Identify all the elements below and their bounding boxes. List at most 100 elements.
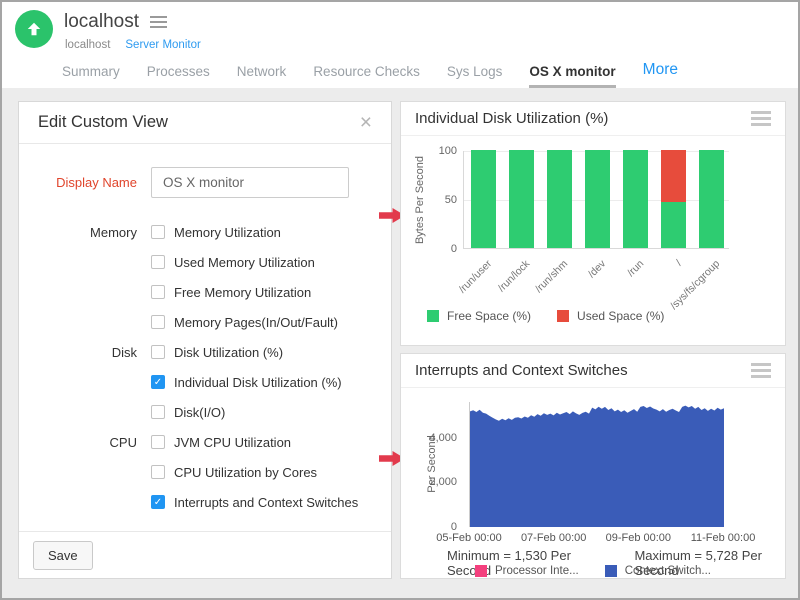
checkbox-label: Interrupts and Context Switches — [174, 495, 358, 510]
bar-free-dev[interactable] — [585, 150, 610, 248]
x-tick-label: 07-Feb 00:00 — [512, 532, 596, 544]
close-icon[interactable]: × — [360, 112, 372, 133]
monitor-status-icon — [15, 10, 53, 48]
disk-chart-plot — [463, 151, 729, 249]
card-header: Interrupts and Context Switches — [401, 354, 785, 388]
checkbox-label: Disk Utilization (%) — [174, 345, 283, 360]
checkbox-row: Disk(I/O) — [19, 397, 391, 427]
y-tick-label: 0 — [411, 243, 457, 255]
card-menu-icon[interactable] — [751, 363, 771, 378]
interrupts-card: Interrupts and Context Switches Per Seco… — [400, 353, 786, 579]
legend-label: Processor Inte... — [495, 565, 579, 577]
breadcrumb-host: localhost — [65, 39, 110, 51]
legend-item-free-space[interactable]: Free Space (%) — [427, 309, 531, 323]
checkbox-memory-pages-in-out-fault[interactable] — [151, 315, 165, 329]
tab-os-x-monitor[interactable]: OS X monitor — [529, 64, 615, 88]
bar-free-run-lock[interactable] — [509, 150, 534, 248]
legend-swatch — [557, 310, 569, 322]
area-chart-svg — [470, 402, 724, 527]
edit-custom-view-dialog: Edit Custom View × Display Name MemoryMe… — [18, 101, 392, 579]
display-name-input[interactable] — [151, 167, 349, 198]
save-button[interactable]: Save — [33, 541, 93, 570]
bar-free-[interactable] — [661, 202, 686, 248]
checkbox-memory-utilization[interactable] — [151, 225, 165, 239]
checkbox-used-memory-utilization[interactable] — [151, 255, 165, 269]
legend-swatch — [475, 565, 487, 577]
tab-summary[interactable]: Summary — [62, 64, 120, 88]
bar-free-sys-fs-cgroup[interactable] — [699, 150, 724, 248]
checkbox-groups: Memory Memory Utilization Used Memory Util… — [19, 217, 391, 517]
tab-processes[interactable]: Processes — [147, 64, 210, 88]
breadcrumb: localhost Server Monitor — [65, 39, 201, 51]
card-title: Individual Disk Utilization (%) — [415, 110, 608, 127]
checkbox-jvm-cpu-utilization[interactable] — [151, 435, 165, 449]
checkbox-label: Individual Disk Utilization (%) — [174, 375, 342, 390]
legend-item-used-space[interactable]: Used Space (%) — [557, 309, 664, 323]
display-name-label: Display Name — [19, 175, 137, 190]
page-title: localhost — [64, 11, 139, 33]
disk-chart-legend: Free Space (%) Used Space (%) — [427, 309, 664, 323]
card-title: Interrupts and Context Switches — [415, 362, 628, 379]
legend-swatch — [427, 310, 439, 322]
legend-item-processor-inte[interactable]: Processor Inte... — [475, 565, 579, 577]
context-switches-area — [470, 406, 724, 527]
main-content: Edit Custom View × Display Name MemoryMe… — [2, 88, 798, 598]
tab-bar: Summary Processes Network Resource Checks Sy… — [62, 61, 678, 88]
hamburger-menu-icon[interactable] — [150, 16, 167, 28]
checkbox-cpu-utilization-by-cores[interactable] — [151, 465, 165, 479]
legend-swatch — [605, 565, 617, 577]
checkbox-row: Free Memory Utilization — [19, 277, 391, 307]
checkbox-label: Memory Pages(In/Out/Fault) — [174, 315, 338, 330]
checkbox-free-memory-utilization[interactable] — [151, 285, 165, 299]
checkbox-label: JVM CPU Utilization — [174, 435, 291, 450]
checkbox-row: CPU JVM CPU Utilization — [19, 427, 391, 457]
legend-item-context-switch[interactable]: Context Switch... — [605, 565, 711, 577]
area-chart-plot — [469, 402, 723, 527]
disk-utilization-card: Individual Disk Utilization (%) Bytes Pe… — [400, 101, 786, 346]
checkbox-label: CPU Utilization by Cores — [174, 465, 317, 480]
y-tick-label: 2,000 — [411, 476, 457, 488]
checkbox-row: Used Memory Utilization — [19, 247, 391, 277]
legend-label: Used Space (%) — [577, 309, 664, 323]
tab-resource-checks[interactable]: Resource Checks — [313, 64, 420, 88]
checkbox-disk-utilization[interactable] — [151, 345, 165, 359]
x-tick-label: 11-Feb 00:00 — [681, 532, 765, 544]
card-menu-icon[interactable] — [751, 111, 771, 126]
tab-sys-logs[interactable]: Sys Logs — [447, 64, 503, 88]
checkbox-row: Memory Pages(In/Out/Fault) — [19, 307, 391, 337]
tab-more[interactable]: More — [643, 61, 678, 88]
legend-label: Free Space (%) — [447, 309, 531, 323]
dialog-title: Edit Custom View — [38, 113, 168, 132]
checkbox-label: Memory Utilization — [174, 225, 281, 240]
checkbox-individual-disk-utilization[interactable]: ✓ — [151, 375, 165, 389]
y-axis-label: Per Second — [426, 409, 438, 519]
bar-free-run[interactable] — [623, 150, 648, 248]
breadcrumb-monitor-type-link[interactable]: Server Monitor — [125, 39, 200, 51]
checkbox-interrupts-and-context-switches[interactable]: ✓ — [151, 495, 165, 509]
header: localhost localhost Server Monitor Summa… — [2, 2, 798, 88]
checkbox-row: Memory Memory Utilization — [19, 217, 391, 247]
checkbox-label: Free Memory Utilization — [174, 285, 311, 300]
dialog-header: Edit Custom View × — [19, 102, 391, 144]
tab-network[interactable]: Network — [237, 64, 287, 88]
checkbox-row: ✓ Individual Disk Utilization (%) — [19, 367, 391, 397]
group-label-cpu: CPU — [19, 435, 137, 450]
checkbox-row: ✓ Interrupts and Context Switches — [19, 487, 391, 517]
bar-free-run-shm[interactable] — [547, 150, 572, 248]
app-window: localhost localhost Server Monitor Summa… — [0, 0, 800, 600]
group-label-memory: Memory — [19, 225, 137, 240]
checkbox-row: Disk Disk Utilization (%) — [19, 337, 391, 367]
group-label-disk: Disk — [19, 345, 137, 360]
y-tick-label: 4,000 — [411, 432, 457, 444]
checkbox-disk-i-o[interactable] — [151, 405, 165, 419]
checkbox-row: CPU Utilization by Cores — [19, 457, 391, 487]
display-name-row: Display Name — [19, 167, 391, 198]
checkbox-label: Used Memory Utilization — [174, 255, 315, 270]
bar-used-[interactable] — [661, 150, 686, 202]
dialog-footer: Save — [19, 531, 391, 578]
checkbox-label: Disk(I/O) — [174, 405, 225, 420]
interrupts-chart-legend: Processor Inte... Context Switch... — [401, 565, 785, 577]
bar-free-run-user[interactable] — [471, 150, 496, 248]
legend-label: Context Switch... — [625, 565, 711, 577]
x-tick-label: 05-Feb 00:00 — [427, 532, 511, 544]
